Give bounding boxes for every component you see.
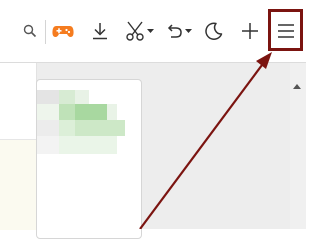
download-icon xyxy=(93,23,107,40)
scroll-up-arrow-icon[interactable] xyxy=(293,84,301,89)
scissors-icon xyxy=(126,21,144,41)
left-panel xyxy=(0,63,37,230)
game-button[interactable] xyxy=(50,14,76,48)
browser-toolbar xyxy=(0,0,306,63)
left-panel-note-area xyxy=(0,139,36,230)
blurred-thumbnail-image xyxy=(37,90,125,154)
search-button[interactable] xyxy=(20,14,40,48)
chevron-down-icon[interactable] xyxy=(185,28,192,34)
night-mode-button[interactable] xyxy=(202,14,226,48)
screenshot-button[interactable] xyxy=(122,14,156,48)
search-icon xyxy=(23,24,37,38)
annotation-highlight-box xyxy=(268,9,303,51)
undo-icon xyxy=(167,24,182,38)
download-button[interactable] xyxy=(88,14,112,48)
game-controller-icon xyxy=(52,26,74,37)
thumbnail-card[interactable] xyxy=(36,79,142,239)
page-content xyxy=(0,63,306,239)
toolbar-separator xyxy=(45,20,46,44)
undo-button[interactable] xyxy=(162,14,194,48)
moon-icon xyxy=(205,22,223,40)
plus-icon xyxy=(242,23,258,39)
chevron-down-icon[interactable] xyxy=(147,28,154,34)
new-tab-button[interactable] xyxy=(238,14,262,48)
